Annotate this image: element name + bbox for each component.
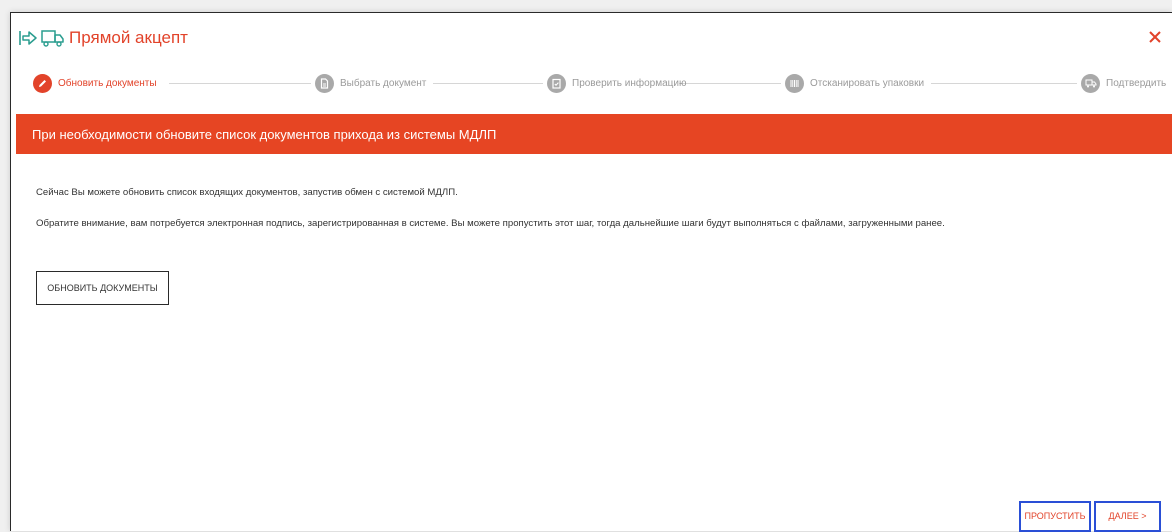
update-documents-button[interactable]: ОБНОВИТЬ ДОКУМЕНТЫ [36,271,169,305]
wizard-stepper: Обновить документы Выбрать документ Пров… [33,73,1166,95]
instruction-banner: При необходимости обновите список докуме… [16,114,1172,154]
step-update-documents[interactable]: Обновить документы [33,73,157,93]
transfer-arrow-icon [18,29,38,47]
banner-text: При необходимости обновите список докуме… [32,126,497,142]
step-scan-packages[interactable]: Отсканировать упаковки [785,73,924,93]
info-text-1: Сейчас Вы можете обновить список входящи… [36,187,458,198]
truck-icon [41,29,65,47]
document-icon [315,73,334,93]
truck-icon [1081,73,1100,93]
step-label: Отсканировать упаковки [810,77,925,89]
close-icon [1149,31,1161,43]
title-icons [18,29,65,47]
dialog-title: Прямой акцепт [69,28,188,47]
step-select-document[interactable]: Выбрать документ [315,73,426,93]
info-text-2: Обратите внимание, вам потребуется элект… [36,218,945,229]
step-check-info[interactable]: Проверить информацию [547,73,687,93]
step-connector [433,83,543,84]
step-connector [169,83,311,84]
pencil-icon [33,73,52,93]
step-label: Подтвердить [1106,77,1167,89]
step-connector [931,83,1077,84]
step-label: Обновить документы [58,77,157,89]
next-button[interactable]: ДАЛЕЕ > [1094,501,1161,532]
step-confirm[interactable]: Подтвердить [1081,73,1166,93]
step-label: Проверить информацию [572,77,687,89]
skip-button[interactable]: ПРОПУСТИТЬ [1019,501,1091,532]
close-button[interactable] [1146,28,1164,46]
step-connector [679,83,781,84]
barcode-icon [785,73,804,93]
title-bar: Прямой акцепт [11,13,1172,63]
step-label: Выбрать документ [340,77,427,89]
checklist-icon [547,73,566,93]
direct-acceptance-dialog: Прямой акцепт Обновить документы Выбрать… [10,12,1172,532]
